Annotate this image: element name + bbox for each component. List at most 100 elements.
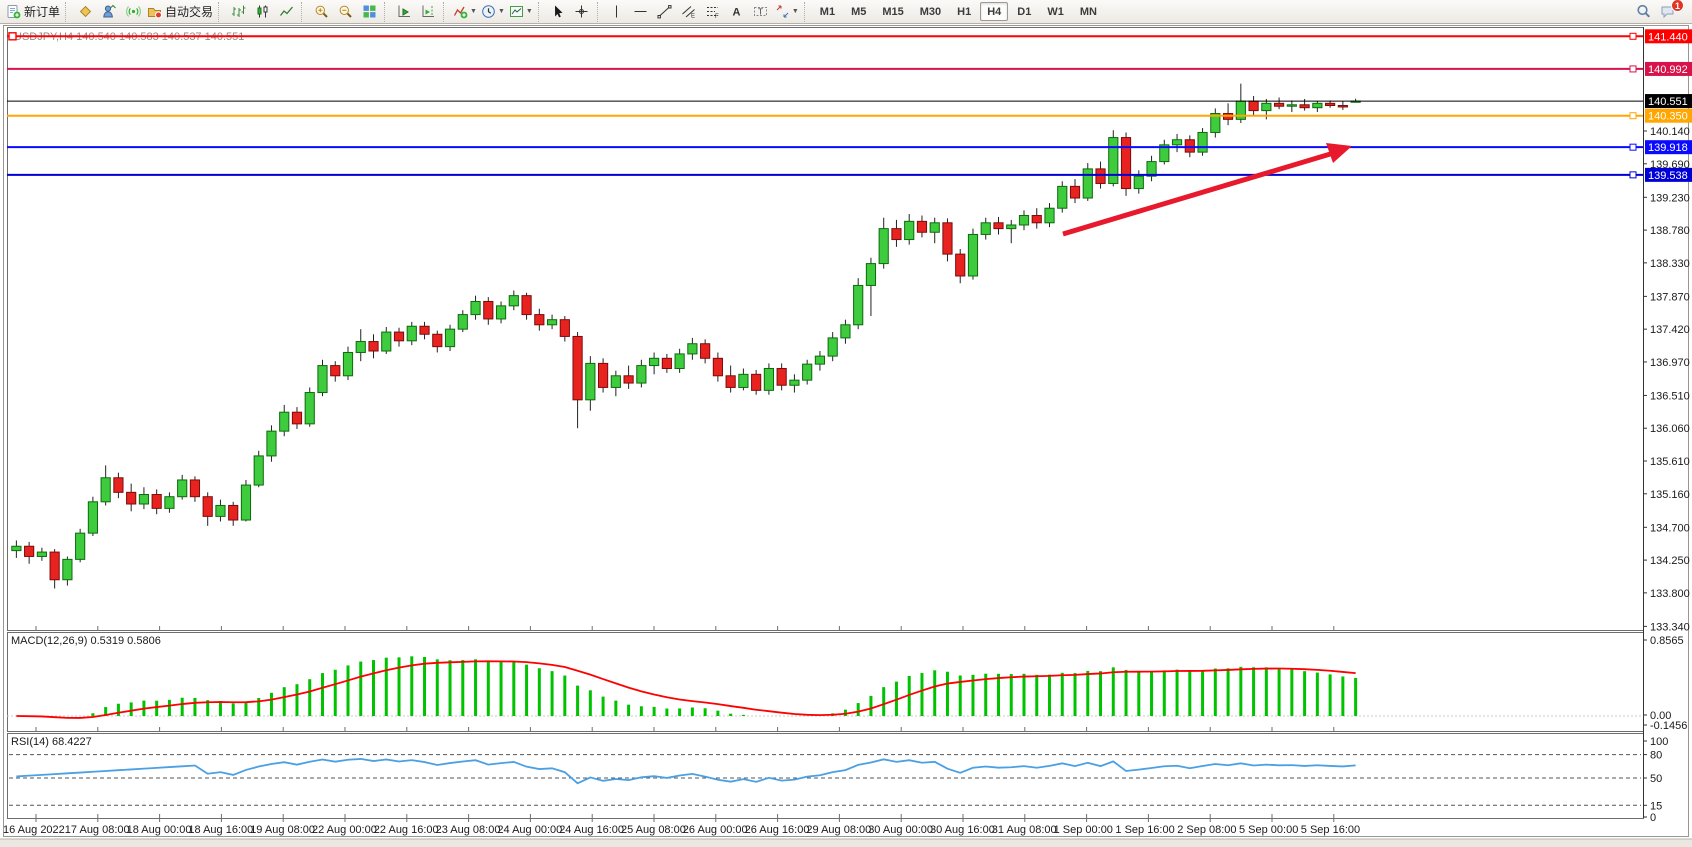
search-button[interactable] <box>1632 2 1654 22</box>
templates-button[interactable]: ▼ <box>508 2 534 22</box>
line-chart-button[interactable] <box>275 2 297 22</box>
time-axis-label: 1 Sep 00:00 <box>1054 824 1113 836</box>
label-icon: T <box>753 4 768 19</box>
vertical-line-button[interactable] <box>606 2 628 22</box>
price-tick-label: 137.420 <box>1650 324 1690 336</box>
separator <box>218 2 223 22</box>
zoom-out-button[interactable] <box>334 2 356 22</box>
price-line-badge-label: 141.440 <box>1648 31 1688 43</box>
time-axis-label: 17 Aug 08:00 <box>65 824 130 836</box>
time-axis-label: 29 Aug 08:00 <box>806 824 871 836</box>
channel-button[interactable]: E <box>678 2 700 22</box>
rsi-axis-label: 15 <box>1650 800 1662 812</box>
time-axis-label: 2 Sep 08:00 <box>1177 824 1236 836</box>
new-order-button[interactable]: 新订单 <box>5 2 61 22</box>
separator <box>597 2 602 22</box>
crosshair-button[interactable] <box>571 2 593 22</box>
line-chart-icon <box>279 4 294 19</box>
svg-text:T: T <box>758 8 763 17</box>
svg-text:A: A <box>733 7 741 19</box>
timeframe-m15-button[interactable]: M15 <box>875 2 910 21</box>
template-icon <box>509 4 524 19</box>
rsi-axis-label: 50 <box>1650 773 1662 785</box>
chevron-down-icon: ▼ <box>526 8 533 15</box>
macd-label: MACD(12,26,9) 0.5319 0.5806 <box>11 635 161 647</box>
price-tick-label: 135.160 <box>1650 489 1690 501</box>
time-axis-label: 22 Aug 00:00 <box>312 824 377 836</box>
zoom-in-icon <box>314 4 329 19</box>
time-axis-label: 30 Aug 00:00 <box>868 824 933 836</box>
time-axis-label: 26 Aug 16:00 <box>745 824 810 836</box>
rsi-axis-label: 100 <box>1650 736 1668 748</box>
notification-badge: 1 <box>1671 0 1684 12</box>
candlestick-button[interactable] <box>251 2 273 22</box>
fibonacci-button[interactable]: F <box>702 2 724 22</box>
rsi-axis-label: 0 <box>1650 812 1656 824</box>
time-axis-label: 24 Aug 00:00 <box>497 824 562 836</box>
price-tick-label: 137.870 <box>1650 291 1690 303</box>
signals-button[interactable] <box>122 2 144 22</box>
trendline-icon <box>657 4 672 19</box>
time-axis-label: 30 Aug 16:00 <box>930 824 995 836</box>
svg-text:E: E <box>691 14 695 20</box>
time-axis-label: 24 Aug 16:00 <box>559 824 624 836</box>
tile-windows-button[interactable] <box>358 2 380 22</box>
auto-trading-icon <box>147 4 162 19</box>
time-axis-label: 22 Aug 16:00 <box>374 824 439 836</box>
separator <box>65 2 70 22</box>
chat-button[interactable]: 1 <box>1656 2 1678 22</box>
indicators-button[interactable]: ▼ <box>452 2 478 22</box>
timeframe-d1-button[interactable]: D1 <box>1010 2 1038 21</box>
chevron-down-icon: ▼ <box>470 8 477 15</box>
timeframe-m5-button[interactable]: M5 <box>844 2 873 21</box>
auto-scroll-button[interactable] <box>393 2 415 22</box>
price-tick-label: 136.060 <box>1650 423 1690 435</box>
separator <box>443 2 448 22</box>
time-axis-label: 25 Aug 08:00 <box>621 824 686 836</box>
chart-shift-button[interactable] <box>417 2 439 22</box>
panel-border <box>8 28 1644 631</box>
macd-axis-label: 0.8565 <box>1650 635 1684 647</box>
fibonacci-icon: F <box>705 4 720 19</box>
time-axis-label: 19 Aug 08:00 <box>250 824 315 836</box>
tile-windows-icon <box>362 4 377 19</box>
timeframe-h1-button[interactable]: H1 <box>950 2 978 21</box>
zoom-out-icon <box>338 4 353 19</box>
price-tick-label: 133.340 <box>1650 621 1690 633</box>
zoom-in-button[interactable] <box>310 2 332 22</box>
price-tick-label: 135.610 <box>1650 456 1690 468</box>
price-line-badge-label: 139.918 <box>1648 142 1688 154</box>
text-button[interactable]: A <box>726 2 748 22</box>
trendline-button[interactable] <box>654 2 676 22</box>
chart-shift-icon <box>421 4 436 19</box>
timeframe-mn-button[interactable]: MN <box>1073 2 1104 21</box>
label-button[interactable]: T <box>750 2 772 22</box>
price-tick-label: 138.330 <box>1650 258 1690 270</box>
timeframe-w1-button[interactable]: W1 <box>1040 2 1071 21</box>
timeframe-m1-button[interactable]: M1 <box>813 2 842 21</box>
bar-chart-icon <box>231 4 246 19</box>
timeframe-group: M1M5M15M30H1H4D1W1MN <box>812 2 1105 22</box>
bar-chart-button[interactable] <box>227 2 249 22</box>
metaeditor-button[interactable] <box>74 2 96 22</box>
timeframe-m30-button[interactable]: M30 <box>913 2 948 21</box>
periods-button[interactable]: ▼ <box>480 2 506 22</box>
community-button[interactable] <box>98 2 120 22</box>
arrows-icon <box>775 4 790 19</box>
price-tick-label: 136.510 <box>1650 390 1690 402</box>
crosshair-icon <box>574 4 589 19</box>
price-tick-label: 140.140 <box>1650 126 1690 138</box>
indicators-icon <box>453 4 468 19</box>
chart-area[interactable]: USDJPY,H4 140.540 140.583 140.537 140.55… <box>0 0 1692 847</box>
time-axis-label: 18 Aug 16:00 <box>188 824 253 836</box>
cursor-button[interactable] <box>547 2 569 22</box>
price-tick-label: 133.800 <box>1650 588 1690 600</box>
horizontal-line-button[interactable] <box>630 2 652 22</box>
time-axis-label: 23 Aug 08:00 <box>436 824 501 836</box>
time-axis[interactable]: 16 Aug 202217 Aug 08:0018 Aug 00:0018 Au… <box>3 824 1360 836</box>
time-axis-label: 16 Aug 2022 <box>3 824 65 836</box>
auto-trading-button[interactable]: 自动交易 <box>146 2 214 22</box>
arrows-button[interactable]: ▼ <box>774 2 800 22</box>
timeframe-h4-button[interactable]: H4 <box>980 2 1008 21</box>
separator <box>538 2 543 22</box>
